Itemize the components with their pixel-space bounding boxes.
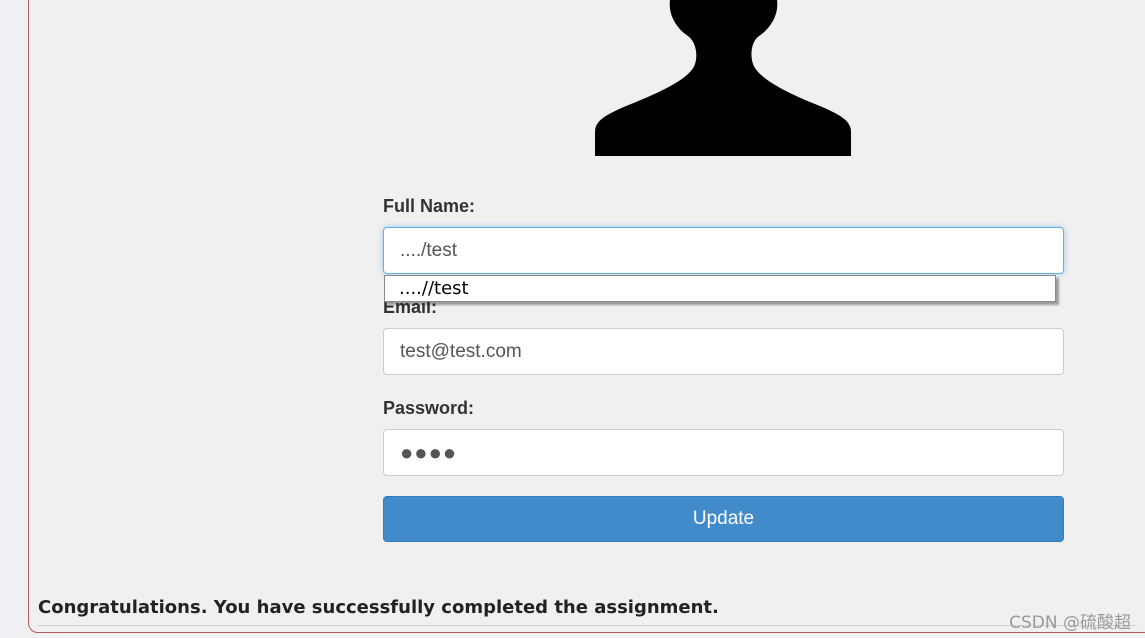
full-name-label: Full Name: — [383, 196, 476, 216]
email-input[interactable] — [383, 328, 1064, 375]
update-button[interactable]: Update — [383, 496, 1064, 542]
autocomplete-suggestion[interactable]: ....//test — [399, 278, 469, 299]
password-input[interactable] — [383, 429, 1064, 476]
divider — [37, 625, 1137, 626]
full-name-input[interactable] — [383, 227, 1064, 274]
autocomplete-dropdown[interactable]: ....//test — [384, 275, 1056, 302]
watermark: CSDN @硫酸超 — [1009, 613, 1131, 633]
password-label: Password: — [383, 398, 475, 418]
success-message: Congratulations. You have successfully c… — [38, 597, 719, 618]
person-silhouette-icon — [595, 0, 851, 156]
left-sidebar-strip — [0, 0, 20, 638]
